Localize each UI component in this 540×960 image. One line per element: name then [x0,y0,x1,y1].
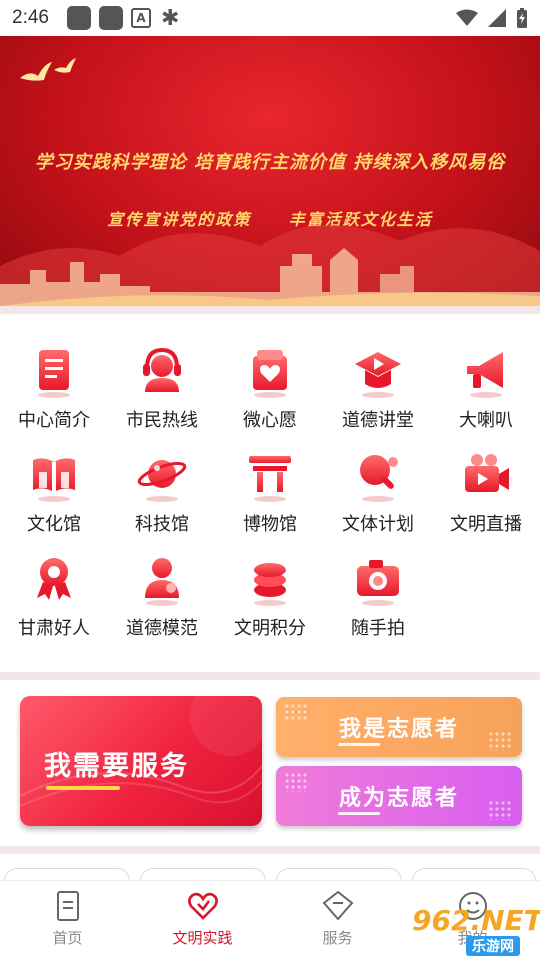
i-am-volunteer-label: 我是志愿者 [338,717,459,742]
become-volunteer-label: 成为志愿者 [338,786,459,811]
tab-label: 文明实践 [172,929,233,947]
grid-label: 博物馆 [243,514,297,535]
status-time: 2:46 [12,7,49,28]
headset-icon [143,347,181,392]
table-tennis-icon [360,455,398,502]
document-icon [38,350,70,398]
camera-icon [357,560,399,606]
label-underline [338,812,380,815]
heart-gift-icon [253,350,287,398]
grid-item-science-museum[interactable]: 科技馆 [108,450,216,550]
label-underline [46,786,120,790]
banner-slogan-1: 学习实践科学理论 培育践行主流价值 持续深入移风易俗 [34,152,506,173]
label-underline [338,743,380,746]
need-service-label: 我需要服务 [44,751,189,782]
battery-icon [517,8,527,28]
grid-item-moral-lecture[interactable]: 道德讲堂 [324,346,432,446]
planet-icon [137,460,187,502]
section-divider [0,306,540,314]
watermark-main-text: 962.NET [412,904,540,937]
signal-icon [488,9,506,27]
open-book-icon [33,458,75,502]
grid-item-snapshot[interactable]: 随手拍 [324,554,432,654]
notification-icon [98,6,123,30]
grid-label: 文体计划 [342,514,414,535]
tab-home[interactable]: 首页 [0,889,135,948]
grid-item-moral-models[interactable]: 道德模范 [108,554,216,654]
grid-label: 甘肃好人 [18,618,90,639]
diamond-service-icon [322,890,353,921]
grid-label: 文明积分 [234,618,306,639]
section-divider [0,672,540,680]
person-badge-icon [145,558,179,606]
medal-icon [37,558,71,600]
grid-item-sports-plan[interactable]: 文体计划 [324,450,432,550]
heart-icon [187,892,218,920]
skyline-illustration [0,224,540,306]
grid-label: 道德模范 [126,618,198,639]
grid-label: 道德讲堂 [342,410,414,431]
tab-label: 服务 [322,929,353,947]
grid-item-micro-wish[interactable]: 微心愿 [216,346,324,446]
video-camera-icon [465,454,509,492]
section-divider [0,846,540,854]
tab-label: 首页 [52,929,83,947]
become-volunteer-button[interactable]: 成为志愿者 [276,766,522,826]
coin-stack-icon [254,563,286,606]
debug-bug-icon: ✱ [160,5,180,31]
grid-item-gansu-good-people[interactable]: 甘肃好人 [0,554,108,654]
megaphone-icon [467,352,503,398]
status-bar: 2:46 A ✱ [0,0,540,36]
tab-service[interactable]: 服务 [270,889,405,948]
grid-label: 大喇叭 [459,410,513,431]
museum-gate-icon [249,456,291,502]
notification-icon [66,6,91,30]
grid-label: 文化馆 [27,514,81,535]
grid-item-citizen-hotline[interactable]: 市民热线 [108,346,216,446]
grid-label: 微心愿 [243,410,297,431]
grid-label: 科技馆 [135,514,189,535]
watermark-sub-text: 乐游网 [466,936,520,956]
promo-banner[interactable]: 学习实践科学理论 培育践行主流价值 持续深入移风易俗 宣传宣讲党的政策 丰富活跃… [0,36,540,306]
keyboard-a-icon: A [130,8,151,28]
home-doc-icon [56,891,79,921]
grid-item-civilized-live[interactable]: 文明直播 [432,450,540,550]
doves-icon [20,58,76,81]
grid-item-center-intro[interactable]: 中心简介 [0,346,108,446]
grid-label: 随手拍 [351,618,405,639]
grid-item-museum[interactable]: 博物馆 [216,450,324,550]
status-right [456,8,528,28]
grid-label: 文明直播 [450,514,522,535]
need-service-button[interactable]: 我需要服务 [20,696,262,826]
site-watermark: 962.NET 乐游网 [402,900,540,956]
grid-item-civilization-points[interactable]: 文明积分 [216,554,324,654]
graduation-play-icon [355,352,401,398]
grid-item-loudspeaker[interactable]: 大喇叭 [432,346,540,446]
tab-civilization-practice[interactable]: 文明实践 [135,889,270,948]
wifi-icon [456,9,478,26]
i-am-volunteer-button[interactable]: 我是志愿者 [276,697,522,757]
grid-item-cultural-center[interactable]: 文化馆 [0,450,108,550]
grid-label: 市民热线 [126,410,198,431]
grid-label: 中心简介 [18,410,90,431]
